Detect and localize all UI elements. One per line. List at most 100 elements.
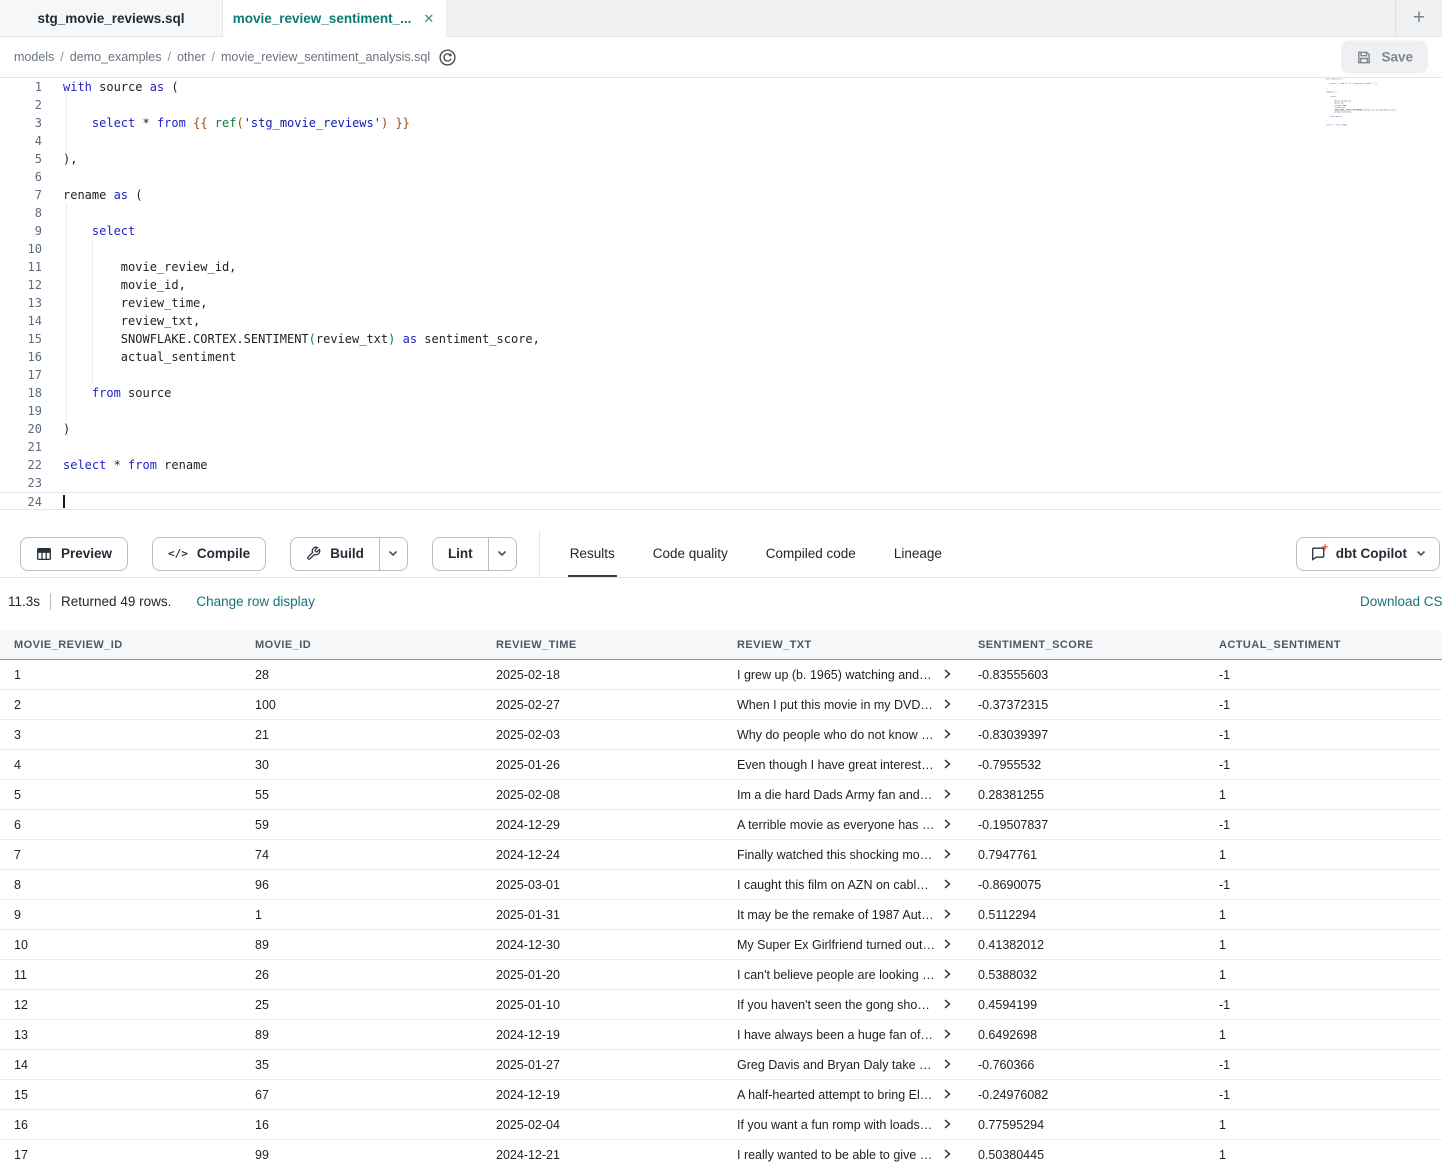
expand-cell-button[interactable] xyxy=(942,759,952,770)
code-line[interactable]: 2 xyxy=(0,96,1442,114)
code-line[interactable]: 5), xyxy=(0,150,1442,168)
review-text: Greg Davis and Bryan Daly take some … xyxy=(737,1058,935,1072)
expand-cell-button[interactable] xyxy=(942,909,952,920)
cell: 2025-01-10 xyxy=(482,998,723,1012)
node-health-icon[interactable] xyxy=(438,48,457,67)
close-tab-icon[interactable]: ✕ xyxy=(421,10,436,27)
line-number: 2 xyxy=(0,96,42,114)
results-tab-bar: Results Code quality Compiled code Lineage xyxy=(568,530,944,577)
code-text: rename as ( xyxy=(42,186,1442,204)
code-line[interactable]: 23 xyxy=(0,474,1442,492)
code-line[interactable]: 19 xyxy=(0,402,1442,420)
code-line[interactable]: 13 review_time, xyxy=(0,294,1442,312)
cell: 67 xyxy=(241,1088,482,1102)
expand-cell-button[interactable] xyxy=(942,879,952,890)
file-tab-movie-review-sentiment[interactable]: movie_review_sentiment_... ✕ xyxy=(223,0,446,37)
cell: 2025-01-20 xyxy=(482,968,723,982)
code-line[interactable]: 8 xyxy=(0,204,1442,222)
expand-cell-button[interactable] xyxy=(942,999,952,1010)
code-line[interactable]: 1with source as ( xyxy=(0,78,1442,96)
code-text xyxy=(42,366,1442,384)
expand-cell-button[interactable] xyxy=(942,1119,952,1130)
line-number: 11 xyxy=(0,258,42,276)
expand-cell-button[interactable] xyxy=(942,1149,952,1160)
file-tab-stg-movie-reviews[interactable]: stg_movie_reviews.sql xyxy=(0,0,223,37)
download-csv-link[interactable]: Download CSV xyxy=(1360,594,1442,609)
lint-dropdown-button[interactable] xyxy=(489,537,517,571)
code-line[interactable]: 22select * from rename xyxy=(0,456,1442,474)
expand-cell-button[interactable] xyxy=(942,1029,952,1040)
cell: 10 xyxy=(0,938,241,952)
review-text: I have always been a huge fan of "Hom… xyxy=(737,1028,935,1042)
code-text: ) xyxy=(42,420,1442,438)
save-button[interactable]: Save xyxy=(1341,41,1428,74)
cell: 89 xyxy=(241,1028,482,1042)
code-line[interactable]: 10 xyxy=(0,240,1442,258)
code-line[interactable]: 4 xyxy=(0,132,1442,150)
cell: I caught this film on AZN on cable. It s… xyxy=(723,877,964,892)
cell: A half-hearted attempt to bring Elvis P… xyxy=(723,1087,964,1102)
compile-button[interactable]: </> Compile xyxy=(152,537,266,571)
expand-cell-button[interactable] xyxy=(942,1089,952,1100)
change-row-display-link[interactable]: Change row display xyxy=(196,594,315,609)
expand-cell-button[interactable] xyxy=(942,789,952,800)
expand-cell-button[interactable] xyxy=(942,699,952,710)
code-line[interactable]: 20) xyxy=(0,420,1442,438)
code-line[interactable]: 18 from source xyxy=(0,384,1442,402)
code-text xyxy=(42,204,1442,222)
table-row: 3212025-02-03Why do people who do not kn… xyxy=(0,720,1442,750)
expand-cell-button[interactable] xyxy=(942,669,952,680)
preview-button[interactable]: Preview xyxy=(20,537,128,571)
build-button[interactable]: Build xyxy=(290,537,380,571)
line-number: 20 xyxy=(0,420,42,438)
cell: 2025-02-08 xyxy=(482,788,723,802)
cell: 2024-12-21 xyxy=(482,1148,723,1162)
code-line[interactable]: 7rename as ( xyxy=(0,186,1442,204)
code-line[interactable]: 6 xyxy=(0,168,1442,186)
tab-code-quality[interactable]: Code quality xyxy=(651,530,730,577)
expand-cell-button[interactable] xyxy=(942,729,952,740)
cell: 2025-01-31 xyxy=(482,908,723,922)
tab-compiled-code[interactable]: Compiled code xyxy=(764,530,858,577)
chevron-down-icon xyxy=(1416,550,1426,557)
code-line[interactable]: 16 actual_sentiment xyxy=(0,348,1442,366)
cell: I can't believe people are looking for a… xyxy=(723,967,964,982)
code-text: review_time, xyxy=(42,294,1442,312)
code-line[interactable]: 14 review_txt, xyxy=(0,312,1442,330)
cell: 25 xyxy=(241,998,482,1012)
tab-lineage[interactable]: Lineage xyxy=(892,530,944,577)
code-line[interactable]: 3 select * from {{ ref('stg_movie_review… xyxy=(0,114,1442,132)
code-editor[interactable]: 1with source as (23 select * from {{ ref… xyxy=(0,78,1442,530)
cell: 17 xyxy=(0,1148,241,1162)
review-text: Why do people who do not know what… xyxy=(737,728,935,742)
code-line[interactable]: 11 movie_review_id, xyxy=(0,258,1442,276)
build-dropdown-button[interactable] xyxy=(380,537,408,571)
lint-button[interactable]: Lint xyxy=(432,537,489,571)
code-text: select * from rename xyxy=(42,456,1442,474)
breadcrumb-row: models / demo_examples / other / movie_r… xyxy=(0,37,1442,78)
expand-cell-button[interactable] xyxy=(942,939,952,950)
table-row: 14352025-01-27Greg Davis and Bryan Daly … xyxy=(0,1050,1442,1080)
code-line[interactable]: 24 xyxy=(0,492,1442,510)
minimap[interactable]: with source as ( select * from {{ ref('s… xyxy=(1326,78,1404,136)
cell: -0.83555603 xyxy=(964,668,1205,682)
dbt-copilot-button[interactable]: dbt Copilot xyxy=(1296,537,1440,571)
review-text: Finally watched this shocking movie la… xyxy=(737,848,935,862)
expand-cell-button[interactable] xyxy=(942,1059,952,1070)
review-text: I caught this film on AZN on cable. It s… xyxy=(737,878,935,892)
code-line[interactable]: 9 select xyxy=(0,222,1442,240)
new-tab-button[interactable]: + xyxy=(1396,0,1442,36)
tab-results[interactable]: Results xyxy=(568,530,617,577)
expand-cell-button[interactable] xyxy=(942,819,952,830)
expand-cell-button[interactable] xyxy=(942,969,952,980)
chevron-down-icon xyxy=(388,550,398,557)
code-line[interactable]: 15 SNOWFLAKE.CORTEX.SENTIMENT(review_txt… xyxy=(0,330,1442,348)
code-line[interactable]: 17 xyxy=(0,366,1442,384)
column-header: MOVIE_ID xyxy=(241,639,482,651)
chevron-down-icon xyxy=(497,550,507,557)
code-line[interactable]: 21 xyxy=(0,438,1442,456)
cell: 2025-02-04 xyxy=(482,1118,723,1132)
expand-cell-button[interactable] xyxy=(942,849,952,860)
code-line[interactable]: 12 movie_id, xyxy=(0,276,1442,294)
line-number: 1 xyxy=(0,78,42,96)
